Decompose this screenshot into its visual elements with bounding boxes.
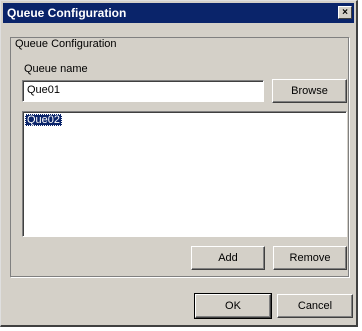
ok-button[interactable]: OK	[194, 293, 272, 319]
queue-name-value: Que01	[27, 84, 61, 96]
close-icon: ×	[342, 7, 348, 18]
list-item[interactable]: Que02	[25, 114, 63, 126]
queue-list[interactable]: Que02	[22, 111, 347, 237]
remove-button[interactable]: Remove	[273, 246, 347, 270]
queue-configuration-dialog: Queue Configuration × Queue Configuratio…	[0, 0, 358, 327]
cancel-button[interactable]: Cancel	[277, 294, 353, 318]
browse-button[interactable]: Browse	[272, 79, 347, 103]
window-title: Queue Configuration	[7, 6, 127, 20]
title-bar[interactable]: Queue Configuration ×	[3, 3, 354, 23]
add-button[interactable]: Add	[191, 246, 265, 270]
group-legend: Queue Configuration	[12, 38, 120, 50]
queue-name-label: Queue name	[24, 63, 88, 75]
close-button[interactable]: ×	[338, 6, 352, 19]
queue-name-input[interactable]: Que01	[22, 80, 264, 102]
